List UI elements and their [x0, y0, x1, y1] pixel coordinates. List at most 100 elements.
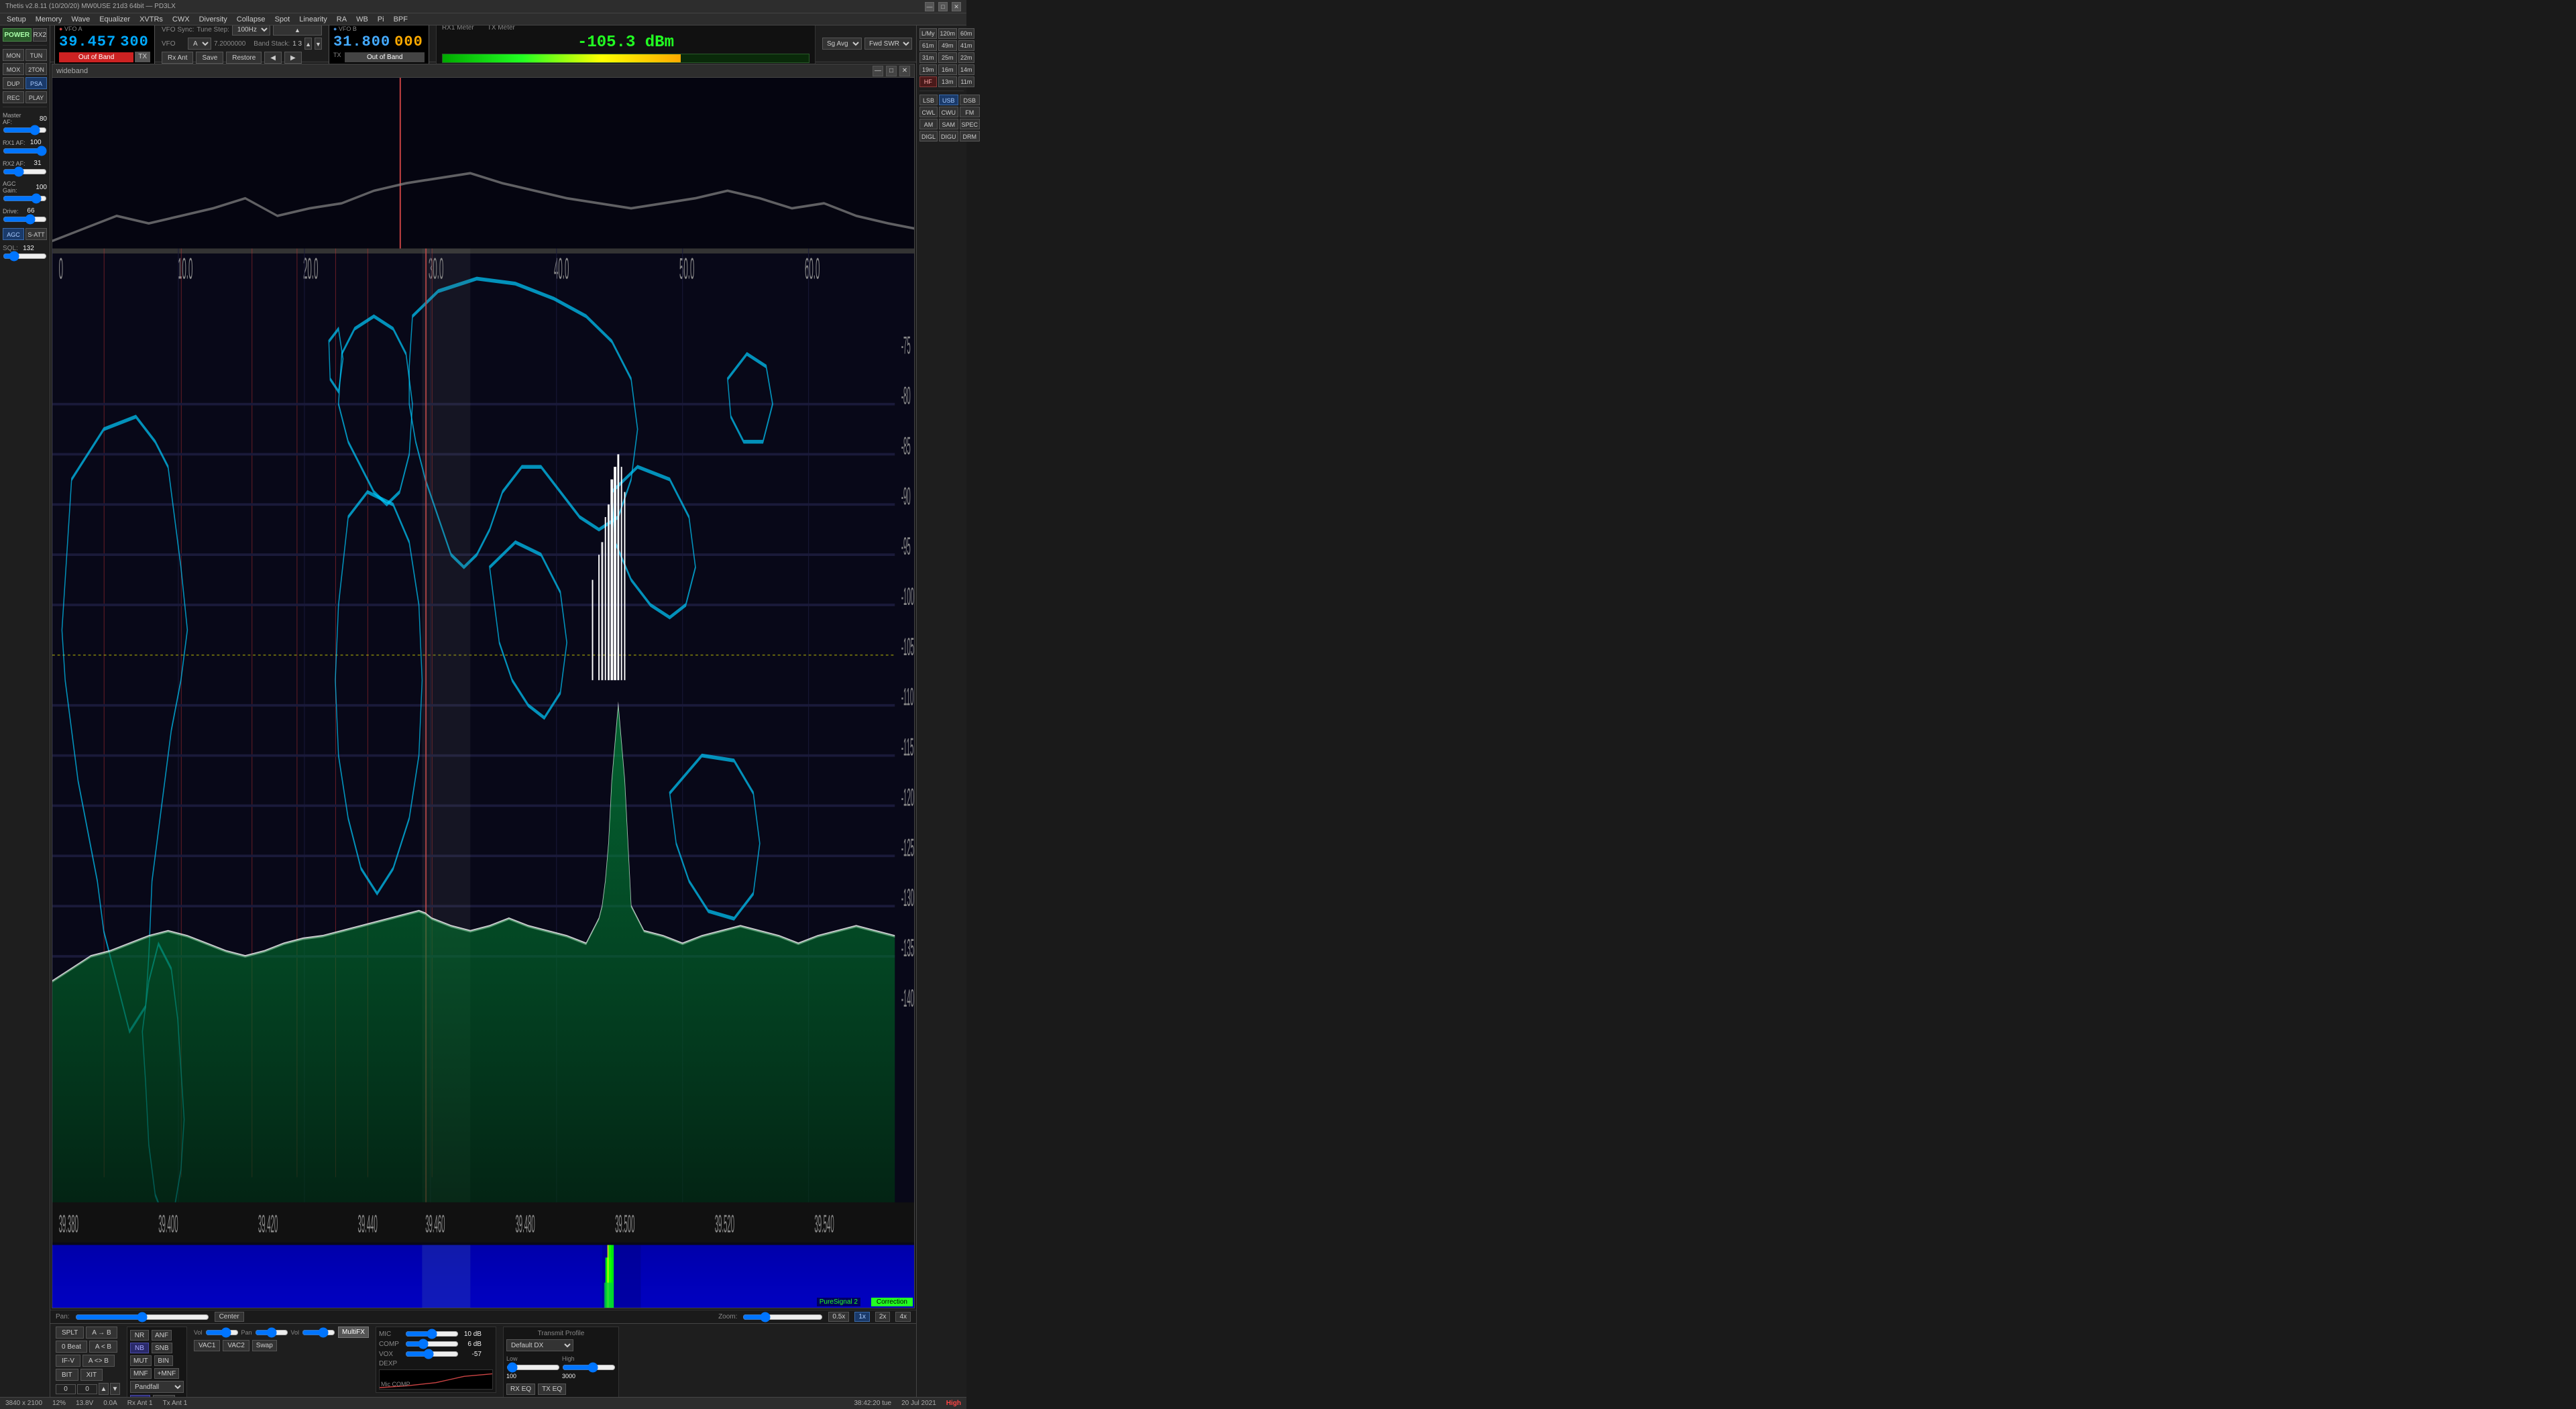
- menu-cwx[interactable]: CWX: [168, 13, 194, 25]
- agc-button[interactable]: AGC: [3, 228, 24, 240]
- vol-slider2[interactable]: [302, 1329, 335, 1337]
- menu-memory[interactable]: Memory: [32, 13, 66, 25]
- mode-digl[interactable]: DIGL: [919, 131, 938, 142]
- menu-wb[interactable]: WB: [352, 13, 372, 25]
- drive-slider[interactable]: [3, 215, 47, 223]
- restore-btn[interactable]: Restore: [226, 52, 262, 64]
- vac2-btn[interactable]: VAC2: [223, 1340, 249, 1351]
- vfo-a-band-btn[interactable]: Out of Band: [59, 52, 133, 62]
- zoom-4x-btn[interactable]: 4x: [895, 1312, 911, 1322]
- beat-btn[interactable]: 0 Beat: [56, 1341, 87, 1353]
- band-16m[interactable]: 16m: [938, 64, 958, 75]
- minimize-btn[interactable]: —: [925, 2, 934, 11]
- vfo-b-band-btn[interactable]: Out of Band: [345, 52, 424, 62]
- mox-button[interactable]: MOX: [3, 63, 24, 75]
- rec-button[interactable]: REC: [3, 91, 24, 103]
- band-14m[interactable]: 14m: [958, 64, 974, 75]
- mode-digu[interactable]: DIGU: [939, 131, 958, 142]
- comp-slider[interactable]: [405, 1340, 459, 1348]
- mode-sam[interactable]: SAM: [939, 119, 958, 129]
- band-lmy[interactable]: L/My: [919, 28, 937, 39]
- tx-eq-btn[interactable]: TX EQ: [538, 1384, 566, 1395]
- psa-button[interactable]: PSA: [25, 77, 47, 89]
- pan-slider[interactable]: [75, 1312, 209, 1322]
- xit-btn[interactable]: XIT: [80, 1369, 103, 1381]
- xit-val-input[interactable]: [77, 1384, 97, 1394]
- save-btn[interactable]: Save: [196, 52, 223, 64]
- pan-slider-eq[interactable]: [255, 1329, 288, 1337]
- a-to-b-btn[interactable]: A → B: [86, 1327, 117, 1339]
- band-stack-dn-btn[interactable]: ▼: [315, 38, 322, 50]
- menu-spot[interactable]: Spot: [271, 13, 294, 25]
- band-22m[interactable]: 22m: [958, 52, 974, 63]
- play-button[interactable]: PLAY: [25, 91, 47, 103]
- band-41m[interactable]: 41m: [958, 40, 974, 51]
- rx2-af-slider[interactable]: [3, 168, 47, 176]
- band-31m[interactable]: 31m: [919, 52, 937, 63]
- close-btn[interactable]: ✕: [952, 2, 961, 11]
- mode-am[interactable]: AM: [919, 119, 938, 129]
- menu-setup[interactable]: Setup: [3, 13, 30, 25]
- rx2-button[interactable]: RX2: [33, 28, 47, 42]
- menu-collapse[interactable]: Collapse: [233, 13, 270, 25]
- vac1-btn[interactable]: VAC1: [194, 1340, 220, 1351]
- vfo-a-tx-btn[interactable]: TX: [135, 52, 150, 62]
- rx1-af-slider[interactable]: [3, 147, 47, 155]
- zoom-1x-btn[interactable]: 1x: [854, 1312, 870, 1322]
- bit-btn[interactable]: BIT: [56, 1369, 78, 1381]
- prev-btn[interactable]: ◀: [264, 52, 282, 64]
- mic-slider[interactable]: [405, 1330, 459, 1338]
- master-af-slider[interactable]: [3, 126, 47, 134]
- spectrum-display[interactable]: 0 10.0 20.0 30.0 40.0 50.0 60.0: [52, 78, 914, 1308]
- band-60m[interactable]: 60m: [958, 28, 974, 39]
- vfo-a-freq[interactable]: 39.457: [59, 34, 116, 50]
- band-stack-up-btn[interactable]: ▲: [304, 38, 312, 50]
- menu-wave[interactable]: Wave: [67, 13, 94, 25]
- xit-spin-up[interactable]: ▲: [99, 1383, 109, 1395]
- plus-mnf-btn[interactable]: +MNF: [154, 1368, 180, 1379]
- mode-cwu[interactable]: CWU: [939, 107, 958, 117]
- a-lt-b-btn[interactable]: A < B: [89, 1341, 117, 1353]
- nr-btn[interactable]: NR: [130, 1330, 149, 1341]
- satt-button[interactable]: S-ATT: [25, 228, 47, 240]
- band-61m[interactable]: 61m: [919, 40, 937, 51]
- band-25m[interactable]: 25m: [938, 52, 958, 63]
- avg-btn[interactable]: AVG: [130, 1395, 150, 1397]
- zoom-2x-btn[interactable]: 2x: [875, 1312, 891, 1322]
- wb-minimize-btn[interactable]: —: [873, 66, 883, 76]
- wb-maximize-btn[interactable]: □: [886, 66, 897, 76]
- mode-dsb[interactable]: DSB: [960, 95, 981, 105]
- mode-drm[interactable]: DRM: [960, 131, 981, 142]
- power-button[interactable]: POWER: [3, 28, 32, 42]
- tun-button[interactable]: TUN: [25, 49, 47, 61]
- vfo-b-freq[interactable]: 31.800: [333, 34, 390, 50]
- mode-usb[interactable]: USB: [939, 95, 958, 105]
- zoom-05x-btn[interactable]: 0.5x: [828, 1312, 849, 1322]
- vox-slider[interactable]: [405, 1350, 459, 1358]
- vol-slider1[interactable]: [205, 1329, 239, 1337]
- filter-select[interactable]: Pandfall: [130, 1381, 184, 1393]
- bin-btn[interactable]: BIN: [154, 1355, 173, 1366]
- xit-spin-dn[interactable]: ▼: [110, 1383, 120, 1395]
- band-hf[interactable]: HF: [919, 76, 937, 87]
- menu-ra[interactable]: RA: [333, 13, 351, 25]
- zoom-slider[interactable]: [742, 1312, 823, 1322]
- band-13m[interactable]: 13m: [938, 76, 958, 87]
- mode-fm[interactable]: FM: [960, 107, 981, 117]
- rx-eq-btn[interactable]: RX EQ: [506, 1384, 535, 1395]
- wb-close-btn[interactable]: ✕: [899, 66, 910, 76]
- mute-btn[interactable]: MUT: [130, 1355, 152, 1366]
- menu-xvtrs[interactable]: XVTRs: [135, 13, 167, 25]
- center-button[interactable]: Center: [215, 1312, 244, 1322]
- sg-avg-select[interactable]: Sg Avg: [822, 38, 862, 50]
- mode-cwl[interactable]: CWL: [919, 107, 938, 117]
- anf-btn[interactable]: ANF: [152, 1330, 172, 1341]
- high-freq-slider[interactable]: [562, 1363, 616, 1371]
- mnf-btn[interactable]: MNF: [130, 1368, 152, 1379]
- menu-bpf[interactable]: BPF: [390, 13, 412, 25]
- menu-linearity[interactable]: Linearity: [295, 13, 331, 25]
- band-49m[interactable]: 49m: [938, 40, 958, 51]
- twotone-button[interactable]: 2TON: [25, 63, 47, 75]
- band-120m[interactable]: 120m: [938, 28, 958, 39]
- agc-gain-slider[interactable]: [3, 194, 47, 203]
